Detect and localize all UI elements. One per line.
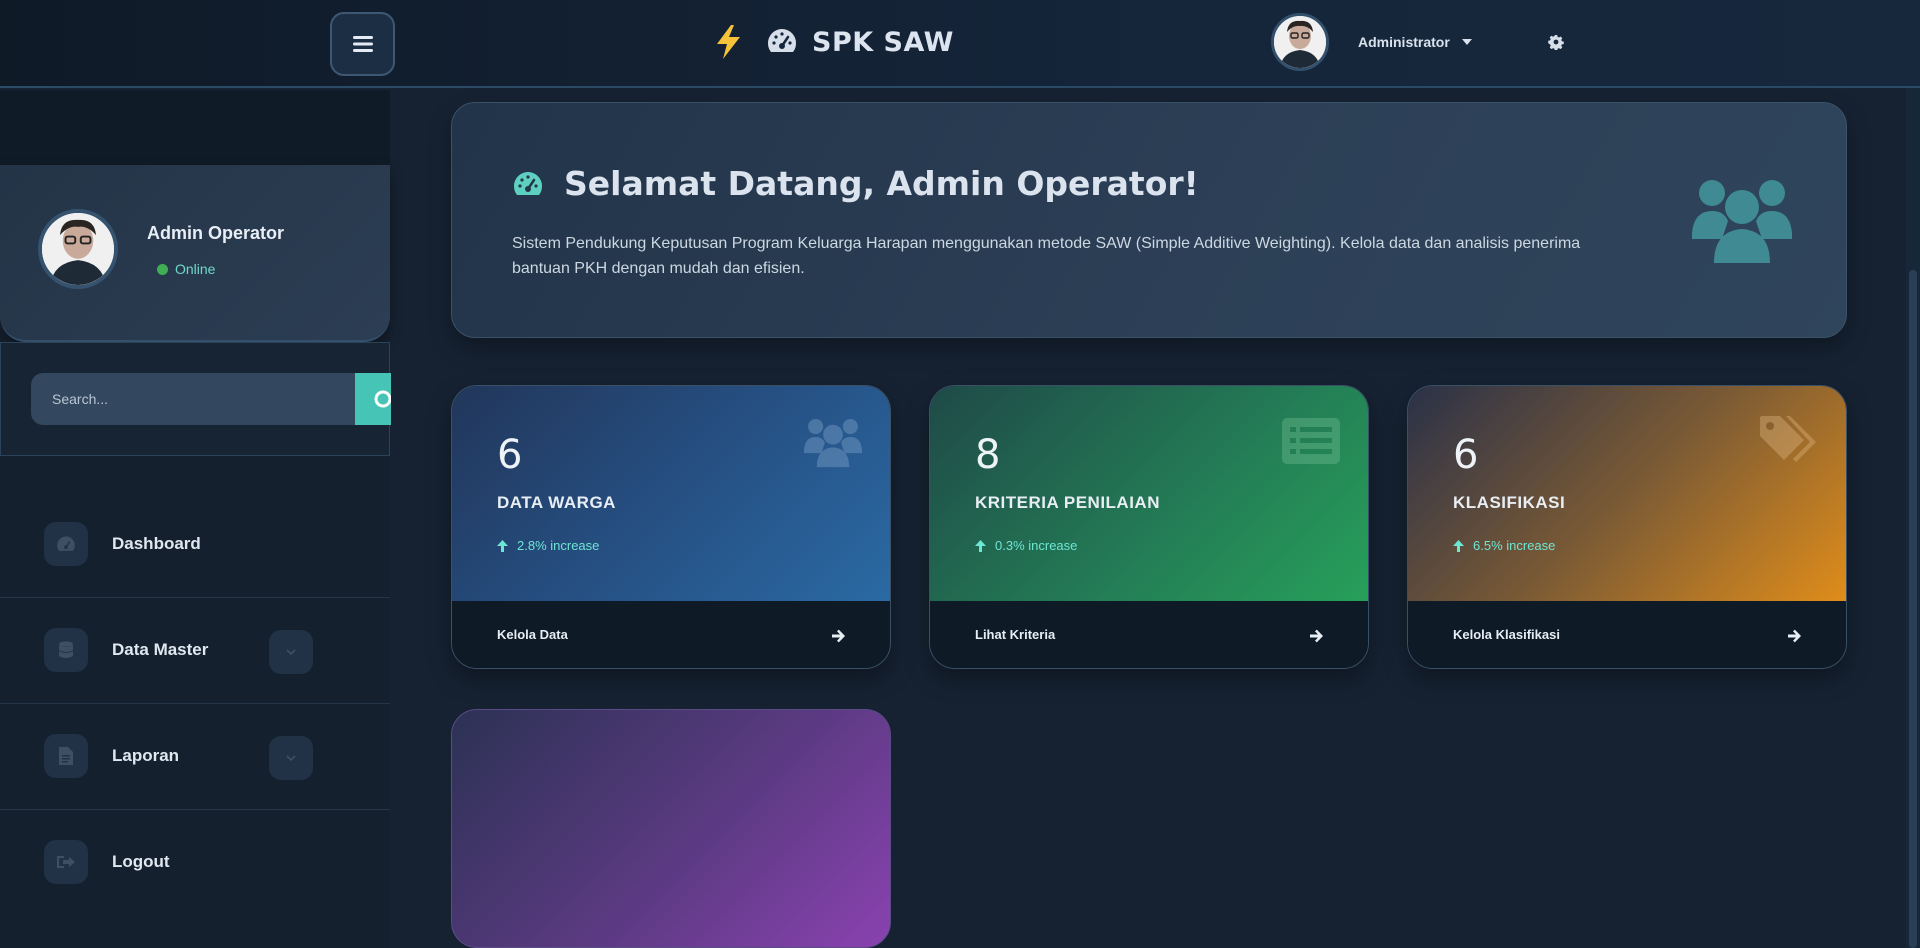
stat-value: 8	[975, 432, 1001, 478]
scrollbar-thumb[interactable]	[1909, 270, 1917, 948]
gauge-icon	[767, 29, 797, 52]
search-button[interactable]	[355, 373, 391, 425]
sidebar-item-label: Laporan	[112, 746, 180, 765]
nav-icon-box	[44, 734, 88, 778]
brand-title: SPK SAW	[812, 26, 954, 58]
profile-name: Admin Operator	[147, 223, 285, 243]
database-icon	[59, 641, 73, 658]
welcome-banner: Selamat Datang, Admin Operator! Sistem P…	[451, 102, 1847, 338]
stat-trend: 6.5% increase	[1453, 538, 1555, 553]
file-icon	[59, 747, 73, 765]
stat-trend-label: 2.8% increase	[517, 538, 600, 553]
top-navbar: SPK SAW Administrator	[0, 0, 1920, 88]
sidebar-item-label: Dashboard	[112, 534, 201, 553]
sidebar-item-label: Logout	[112, 852, 170, 871]
page-title: Selamat Datang, Admin Operator!	[512, 164, 1199, 203]
welcome-title: Selamat Datang, Admin Operator!	[564, 164, 1199, 203]
stat-trend-label: 0.3% increase	[995, 538, 1078, 553]
expand-toggle-button[interactable]	[269, 736, 313, 780]
gear-icon[interactable]	[1548, 34, 1564, 50]
stat-trend: 0.3% increase	[975, 538, 1077, 553]
sign-out-icon	[57, 856, 75, 868]
card-link-label: Lihat Kriteria	[975, 627, 1056, 642]
user-photo-icon	[1274, 16, 1326, 68]
nav-icon-box	[44, 522, 88, 566]
tags-icon	[1760, 416, 1816, 462]
user-photo-icon	[42, 213, 114, 285]
stat-card-data-warga: 6 DATA WARGA 2.8% increase Kelola Data	[451, 385, 891, 669]
sidebar-item-logout[interactable]: Logout	[0, 810, 390, 916]
stat-value: 6	[497, 432, 523, 478]
stat-title: KLASIFIKASI	[1453, 493, 1566, 512]
arrow-up-icon	[975, 539, 986, 552]
profile-card: Admin Operator Online	[0, 165, 390, 342]
status-indicator: Online	[157, 261, 215, 277]
nav-icon-box	[44, 840, 88, 884]
arrow-right-icon	[1788, 629, 1801, 643]
chevron-down-icon	[286, 649, 296, 655]
chevron-down-icon	[286, 755, 296, 761]
sidebar-item-label: Data Master	[112, 640, 209, 659]
stat-trend-label: 6.5% increase	[1473, 538, 1556, 553]
sidebar-item-data-master[interactable]: Data Master	[0, 598, 390, 704]
status-dot-icon	[157, 263, 168, 275]
search-box	[0, 342, 391, 456]
arrow-up-icon	[497, 539, 508, 552]
sidebar-toggle-button[interactable]	[330, 12, 395, 76]
card-body: 6 DATA WARGA 2.8% increase	[452, 386, 890, 601]
sidebar-item-laporan[interactable]: Laporan	[0, 704, 390, 810]
expand-toggle-button[interactable]	[269, 630, 313, 674]
stat-card-purple	[451, 709, 891, 948]
arrow-right-icon	[1310, 629, 1323, 643]
status-label: Online	[175, 261, 216, 277]
arrow-up-icon	[1453, 539, 1464, 552]
card-footer-link[interactable]: Lihat Kriteria	[930, 601, 1368, 668]
stat-card-klasifikasi: 6 KLASIFIKASI 6.5% increase Kelola Klasi…	[1407, 385, 1847, 669]
avatar	[38, 209, 118, 289]
gauge-icon	[513, 171, 543, 195]
search-input[interactable]	[31, 373, 356, 425]
sidebar-item-dashboard[interactable]: Dashboard	[0, 492, 390, 598]
stat-title: DATA WARGA	[497, 493, 616, 512]
list-icon	[1282, 418, 1340, 464]
card-footer-link[interactable]: Kelola Data	[452, 601, 890, 668]
brand[interactable]: SPK SAW	[712, 24, 954, 60]
card-footer-link[interactable]: Kelola Klasifikasi	[1408, 601, 1846, 668]
user-menu[interactable]: Administrator	[1358, 34, 1472, 50]
stat-trend: 2.8% increase	[497, 538, 599, 553]
user-name-label: Administrator	[1358, 34, 1450, 50]
card-link-label: Kelola Klasifikasi	[1453, 627, 1560, 642]
card-body: 8 KRITERIA PENILAIAN 0.3% increase	[930, 386, 1368, 601]
gauge-icon	[57, 536, 75, 551]
users-icon	[804, 418, 862, 468]
bars-icon	[352, 36, 373, 52]
welcome-description: Sistem Pendukung Keputusan Program Kelua…	[512, 235, 1581, 277]
avatar[interactable]	[1271, 13, 1329, 71]
bolt-icon	[717, 25, 740, 59]
users-icon	[1692, 180, 1792, 263]
nav-icon-box	[44, 628, 88, 672]
card-body: 6 KLASIFIKASI 6.5% increase	[1408, 386, 1846, 601]
stat-value: 6	[1453, 432, 1479, 478]
sidebar: Admin Operator Online Dashboard	[0, 90, 391, 948]
arrow-right-icon	[832, 629, 845, 643]
card-link-label: Kelola Data	[497, 627, 568, 642]
search-icon	[374, 390, 391, 408]
stat-card-kriteria-penilaian: 8 KRITERIA PENILAIAN 0.3% increase Lihat…	[929, 385, 1369, 669]
caret-down-icon	[1461, 39, 1472, 45]
sidebar-header	[0, 90, 390, 165]
stat-title: KRITERIA PENILAIAN	[975, 493, 1160, 512]
